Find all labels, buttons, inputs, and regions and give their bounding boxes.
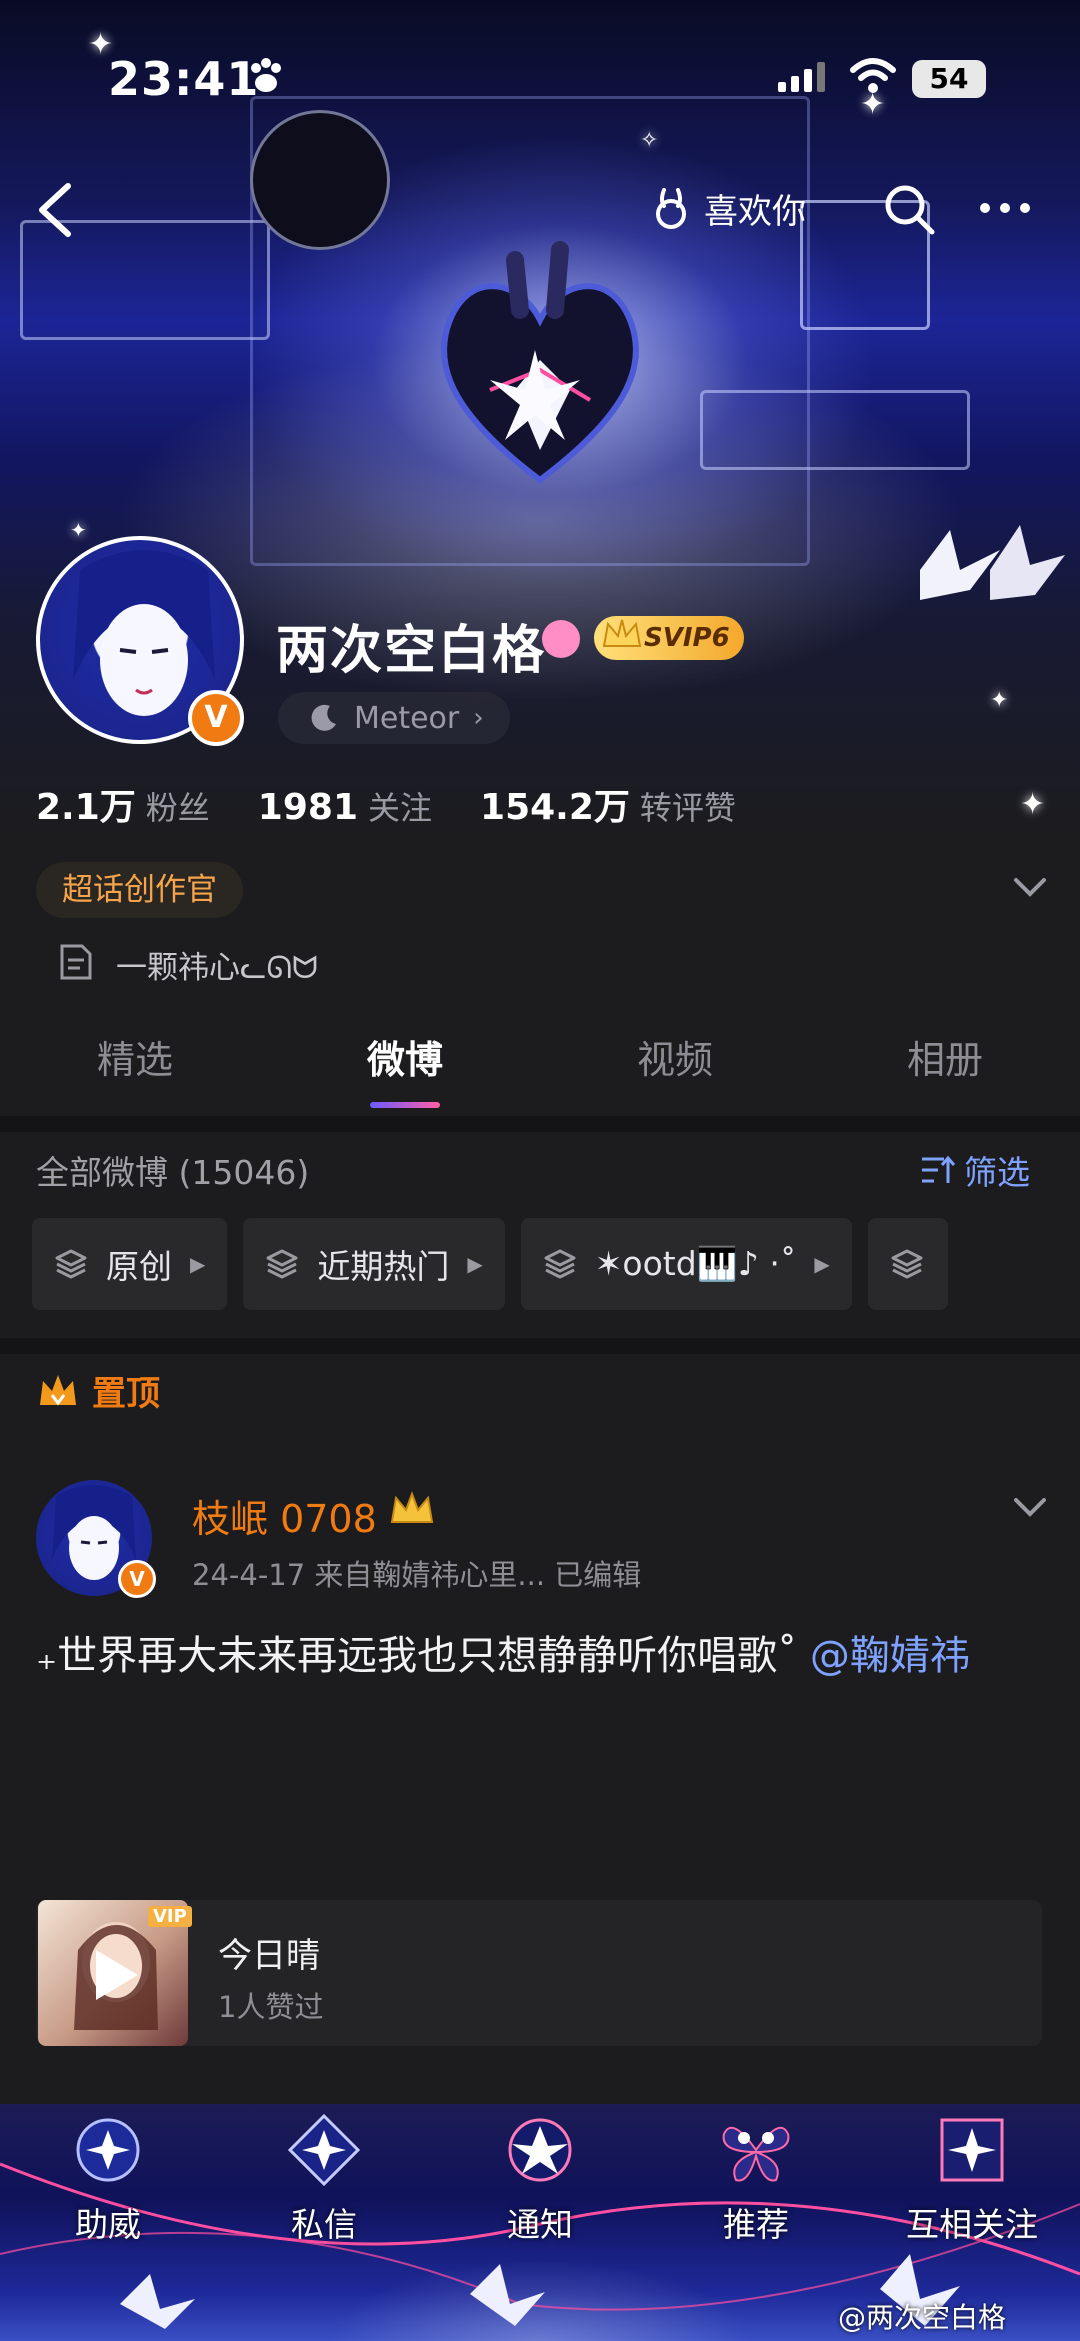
post-text: ₊世界再大未来再远我也只想静静听你唱歌˚ @鞠婧祎	[36, 1624, 1046, 1688]
tab-weibo[interactable]: 微博	[270, 1020, 540, 1116]
followers-label[interactable]: 粉丝	[146, 783, 210, 829]
mention-link[interactable]: @鞠婧祎	[810, 1633, 970, 1679]
chip-original[interactable]: 原创 ▶	[32, 1218, 228, 1310]
butterfly-icon	[722, 2126, 790, 2182]
chip-label: 原创	[106, 1247, 172, 1286]
chip-recent-hot[interactable]: 近期热门 ▶	[243, 1218, 505, 1310]
moon-icon	[311, 704, 336, 731]
post-body: ₊世界再大未来再远我也只想静静听你唱歌˚	[36, 1633, 810, 1679]
vip-tag: VIP	[148, 1906, 192, 1927]
tab-album[interactable]: 相册	[810, 1020, 1080, 1116]
crown-icon	[602, 619, 642, 647]
chip-label: ✶ootd🎹♪ ·˚	[594, 1244, 797, 1283]
back-button[interactable]	[30, 180, 80, 240]
chevron-down-icon[interactable]	[1010, 872, 1050, 902]
verified-badge: V	[118, 1560, 156, 1598]
nav-notifications[interactable]: 通知	[440, 2112, 640, 2246]
banner-record	[250, 110, 390, 250]
member-crown-icon	[390, 1491, 434, 1523]
following-count[interactable]: 1981	[258, 787, 358, 828]
pinned-label: 置顶	[36, 1366, 160, 1415]
divider	[0, 1116, 1080, 1132]
followers-count[interactable]: 2.1万	[36, 778, 136, 830]
nav-recommend[interactable]: 推荐	[656, 2112, 856, 2246]
layers-icon	[266, 1249, 298, 1279]
status-time: 23:41	[108, 52, 260, 106]
bunny-icon	[656, 188, 686, 229]
topic-creator-badge[interactable]: 超话创作官	[36, 862, 243, 918]
engagement-count: 154.2万	[480, 787, 630, 828]
profile-tabs: 精选 微博 视频 相册	[0, 1020, 1080, 1116]
play-icon[interactable]	[90, 1946, 142, 2004]
layers-icon	[544, 1249, 576, 1279]
filter-icon	[922, 1155, 956, 1183]
watermark: @两次空白格	[838, 2301, 1007, 2334]
username: 两次空白格	[276, 621, 547, 681]
music-title: 今日晴	[218, 1936, 320, 1976]
caret-right-icon: ▶	[467, 1252, 483, 1276]
music-likes: 1人赞过	[218, 1990, 324, 2024]
lily-decoration	[920, 525, 1065, 600]
search-button[interactable]	[882, 182, 936, 236]
star-flower-icon	[287, 2113, 361, 2187]
nav-label: 互相关注	[906, 2205, 1038, 2244]
filter-label: 筛选	[964, 1153, 1030, 1192]
chip-ootd[interactable]: ✶ootd🎹♪ ·˚ ▶	[520, 1218, 852, 1310]
divider	[0, 1338, 1080, 1354]
nav-mutual-follow[interactable]: 互相关注	[872, 2112, 1072, 2246]
post-author-name[interactable]: 枝岷 0708	[192, 1488, 377, 1543]
post-meta: 24-4-17 来自鞠婧祎心里... 已编辑	[192, 1558, 642, 1592]
paw-icon	[251, 58, 281, 92]
document-icon	[60, 944, 92, 980]
nav-label: 推荐	[723, 2205, 789, 2244]
layers-icon	[55, 1249, 87, 1279]
engagement-label: 转评赞	[639, 789, 736, 827]
meteor-tag[interactable]: Meteor ›	[278, 692, 510, 744]
tab-featured[interactable]: 精选	[0, 1020, 270, 1116]
more-button[interactable]	[980, 192, 1044, 224]
crown-icon	[40, 1374, 76, 1405]
lily-icon	[508, 2118, 572, 2182]
verified-badge: V	[188, 690, 244, 746]
chip-more[interactable]	[867, 1218, 948, 1310]
nav-label: 通知	[507, 2205, 573, 2244]
tab-active-indicator	[370, 1102, 440, 1108]
bottom-nav: 助威 私信 通知 推荐 互相关注	[0, 2112, 1080, 2246]
nav-support[interactable]: 助威	[8, 2112, 208, 2246]
meteor-label: Meteor	[354, 700, 460, 736]
profile-banner: ✦ ✦ ✦ ✦ ✦ ✧	[0, 0, 1080, 1000]
wifi-icon	[850, 58, 896, 93]
battery-indicator: 54	[912, 60, 986, 98]
nav-label: 私信	[291, 2205, 357, 2244]
frame-flower-icon	[940, 2118, 1004, 2182]
category-chips: 原创 ▶ 近期热门 ▶ ✶ootd🎹♪ ·˚ ▶	[32, 1218, 948, 1310]
tab-video[interactable]: 视频	[540, 1020, 810, 1116]
moon-flower-icon	[76, 2118, 140, 2182]
like-you-label: 喜欢你	[704, 191, 806, 232]
bio-text: 一颗祎心ᓚᘏᗢ	[116, 950, 318, 986]
banner-stamp-right	[700, 390, 970, 470]
signal-icon	[778, 62, 825, 92]
caret-right-icon: ▶	[814, 1252, 830, 1276]
pinned-text: 置顶	[92, 1374, 160, 1414]
tab-weibo-label: 微博	[366, 1038, 443, 1082]
chip-label: 近期热门	[317, 1247, 450, 1286]
nav-messages[interactable]: 私信	[224, 2112, 424, 2246]
caret-right-icon: ▶	[190, 1252, 206, 1276]
chevron-down-icon[interactable]	[1010, 1492, 1050, 1522]
following-label[interactable]: 关注	[368, 783, 432, 829]
nav-label: 助威	[75, 2205, 141, 2244]
layers-icon	[891, 1249, 923, 1279]
like-you-button[interactable]: 喜欢你	[650, 180, 806, 236]
lily-center-decoration	[490, 350, 580, 440]
filter-button[interactable]: 筛选	[920, 1146, 1030, 1194]
female-gender-icon	[542, 620, 580, 658]
all-weibo-count: 全部微博 (15046)	[36, 1153, 310, 1192]
profile-stats: 2.1万 粉丝 1981 关注 154.2万 转评赞	[36, 778, 784, 830]
chevron-right-icon: ›	[473, 703, 484, 733]
